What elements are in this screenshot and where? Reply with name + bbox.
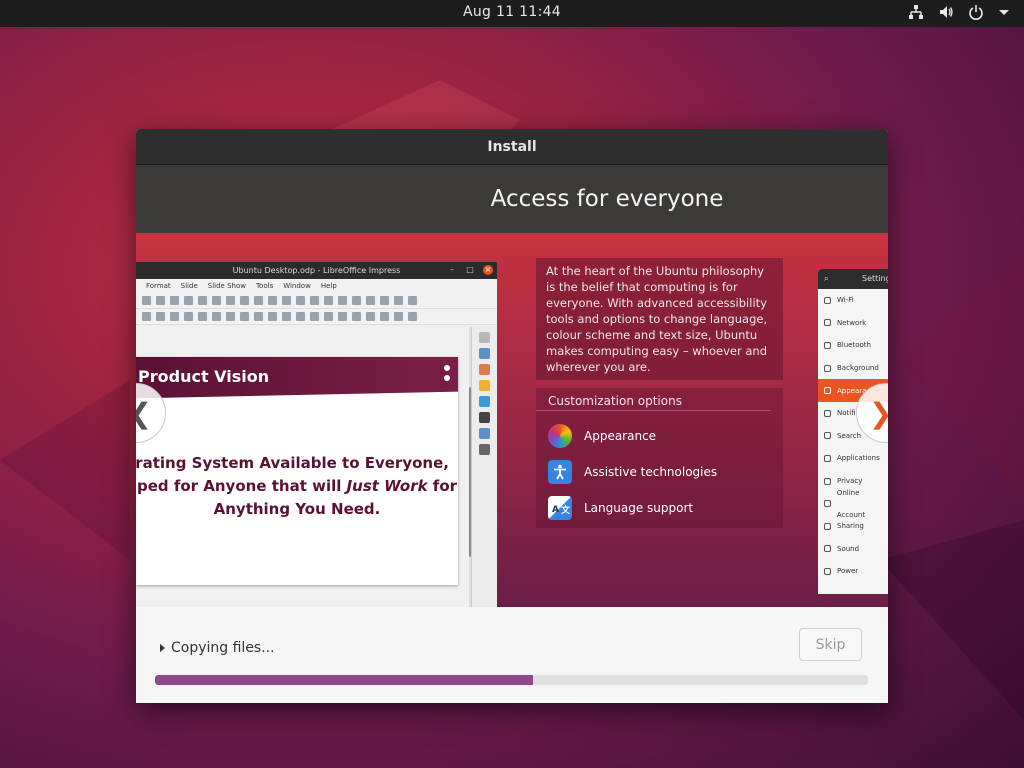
install-status-bar: Copying files... Skip [136, 607, 888, 702]
menu-item: Window [283, 282, 311, 290]
menu-item: Format [146, 282, 171, 290]
volume-icon[interactable] [938, 4, 954, 20]
settings-item-label: Search [837, 431, 862, 440]
libreoffice-titlebar: Ubuntu Desktop.odp - LibreOffice Impress… [136, 262, 497, 279]
libreoffice-screenshot: Ubuntu Desktop.odp - LibreOffice Impress… [136, 262, 497, 607]
slide-banner-title: Access for everyone [136, 165, 888, 233]
settings-item-label: Sharing [837, 522, 864, 531]
top-bar: Aug 11 11:44 [0, 0, 1024, 27]
libreoffice-menubar: Format Slide Slide Show Tools Window Hel… [136, 279, 497, 293]
settings-item: Background [818, 357, 888, 380]
installer-window: Install Access for everyone Ubuntu Deskt… [136, 129, 888, 703]
settings-item: Network [818, 312, 888, 335]
libreoffice-window-controls: – □ × [447, 265, 493, 275]
status-text: Copying files... [171, 640, 275, 656]
settings-item-icon [824, 477, 831, 485]
slide-line-part: for [427, 477, 458, 495]
option-assistive-technologies: Assistive technologies [548, 460, 717, 484]
settings-item-icon [824, 567, 831, 575]
settings-item-icon [824, 341, 831, 349]
settings-item-label: Background [837, 364, 879, 373]
svg-text:文: 文 [560, 504, 570, 516]
details-expander[interactable]: Copying files... [160, 640, 275, 656]
menu-item: Slide [180, 282, 198, 290]
slide-line: erating System Available to Everyone, [136, 454, 449, 472]
window-title: Install [136, 129, 888, 165]
slide-line-part: ped for Anyone that will [136, 477, 347, 495]
slide-line-emphasis: Just Work [346, 477, 428, 495]
close-icon: × [483, 265, 493, 275]
slideshow-area: Ubuntu Desktop.odp - LibreOffice Impress… [136, 233, 888, 607]
power-icon[interactable] [968, 4, 984, 20]
settings-item-icon [824, 500, 831, 508]
libreoffice-toolbar-1 [136, 293, 497, 309]
settings-item-icon [824, 545, 831, 553]
chevron-right-icon: ❯ [869, 397, 888, 430]
settings-item-icon [824, 296, 831, 304]
settings-item-icon [824, 387, 831, 395]
menu-chevron-icon[interactable] [998, 4, 1010, 20]
minimize-icon: – [450, 265, 454, 274]
settings-item-label: Wi-Fi [837, 296, 854, 305]
settings-item-icon [824, 454, 831, 462]
settings-item: Sound [818, 538, 888, 561]
slide-line: ped for Anyone that will Just Work for [136, 475, 458, 498]
settings-item-label: Network [837, 318, 867, 327]
settings-item-label: Bluetooth [837, 341, 871, 350]
settings-item-icon [824, 522, 831, 530]
slide-line: Anything You Need. [213, 500, 381, 518]
progress-fill [155, 675, 533, 685]
settings-header: ⌕ Setting [818, 269, 888, 289]
customization-heading: Customization options [536, 388, 771, 411]
settings-item: Wi-Fi [818, 289, 888, 312]
install-progress-bar [155, 675, 868, 685]
slide-description: At the heart of the Ubuntu philosophy is… [536, 258, 783, 380]
libreoffice-title: Ubuntu Desktop.odp - LibreOffice Impress [232, 266, 401, 275]
presentation-slide: Product Vision erating System Available … [136, 357, 458, 585]
option-appearance: Appearance [548, 424, 656, 448]
libreoffice-sidebar [471, 327, 497, 607]
settings-item-icon [824, 364, 831, 372]
settings-item-label: Notifi [837, 409, 856, 418]
option-language-support: A文 Language support [548, 496, 693, 520]
expander-triangle-icon [160, 644, 165, 652]
settings-item: Applications [818, 447, 888, 470]
language-icon: A文 [548, 496, 572, 520]
option-label: Assistive technologies [584, 465, 718, 479]
slide-heading: Product Vision [138, 367, 270, 386]
settings-item: Online Account [818, 489, 888, 519]
settings-title: Setting [862, 274, 888, 283]
search-icon: ⌕ [824, 274, 829, 283]
ubuntu-dots-icon [444, 365, 450, 385]
menu-item: Help [320, 282, 337, 290]
settings-item-label: Applications [837, 454, 880, 463]
menu-item: Tools [255, 282, 274, 290]
settings-item-icon [824, 432, 831, 440]
settings-item: Power [818, 560, 888, 583]
settings-item: Bluetooth [818, 334, 888, 357]
network-icon[interactable] [908, 4, 924, 20]
settings-item-label: Power [837, 567, 859, 576]
clock[interactable]: Aug 11 11:44 [0, 4, 1024, 20]
settings-item-icon [824, 409, 831, 417]
settings-item-icon [824, 319, 831, 327]
skip-button[interactable]: Skip [799, 628, 862, 661]
accessibility-icon [548, 460, 572, 484]
chevron-left-icon: ❮ [136, 397, 152, 430]
option-label: Language support [584, 501, 694, 515]
option-label: Appearance [584, 429, 657, 443]
svg-text:A: A [552, 505, 559, 515]
maximize-icon: □ [466, 265, 474, 274]
customization-panel: Customization options Appearance Assisti… [536, 388, 783, 528]
menu-item: Slide Show [207, 282, 246, 290]
system-tray[interactable] [908, 4, 1010, 20]
appearance-icon [548, 424, 572, 448]
settings-item-label: Sound [837, 544, 860, 553]
slide-body-text: erating System Available to Everyone, pe… [136, 452, 458, 521]
libreoffice-toolbar-2 [136, 309, 497, 325]
